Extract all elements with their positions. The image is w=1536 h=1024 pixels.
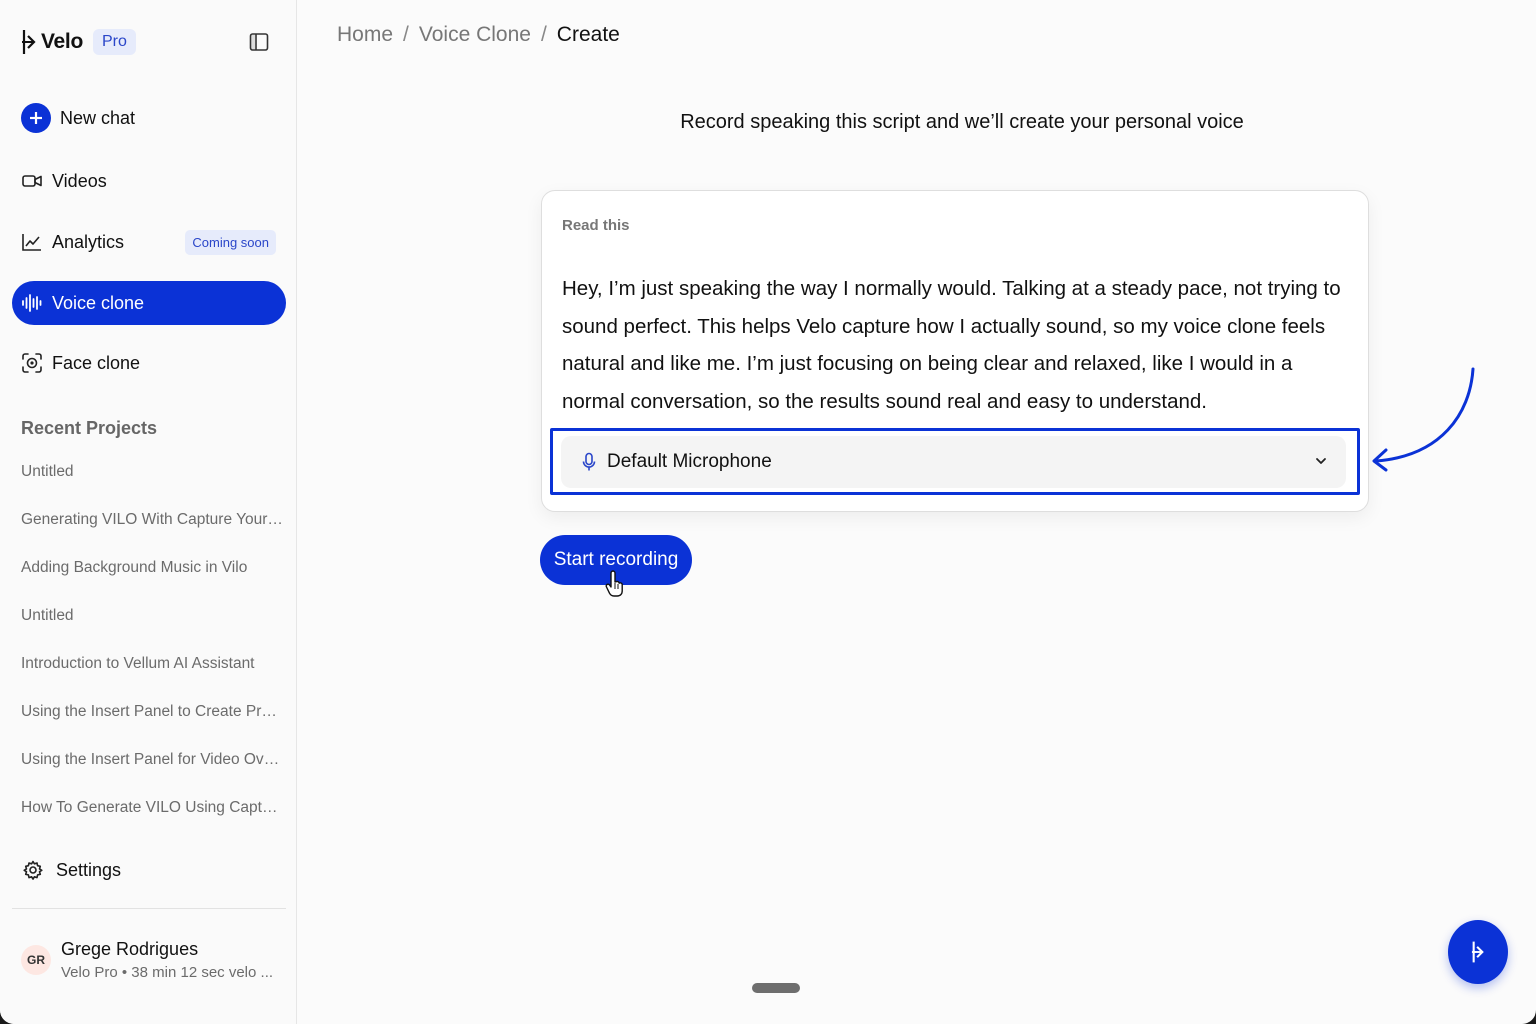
recent-project-item[interactable]: Untitled <box>21 604 283 652</box>
plus-icon <box>21 103 51 133</box>
user-name: Grege Rodrigues <box>61 939 199 959</box>
new-chat-button[interactable]: New chat <box>12 96 286 140</box>
sidebar-item-settings[interactable]: Settings <box>12 848 286 892</box>
user-info: Grege Rodrigues Velo Pro • 38 min 12 sec… <box>61 939 273 981</box>
face-scan-icon <box>21 352 43 374</box>
breadcrumb: Home / Voice Clone / Create <box>337 23 620 47</box>
page-instruction: Record speaking this script and we’ll cr… <box>680 111 1244 133</box>
highlight-box <box>550 428 1360 495</box>
velo-logo-icon <box>1471 941 1484 963</box>
brand-name: Velo <box>41 30 83 53</box>
sidebar-item-label: Face clone <box>52 352 141 373</box>
recent-projects-heading: Recent Projects <box>21 418 158 438</box>
user-plan: Velo Pro • 38 min 12 sec velo ... <box>61 964 274 981</box>
script-card-label: Read this <box>562 217 630 234</box>
breadcrumb-home[interactable]: Home <box>337 23 393 47</box>
sidebar-item-label: Analytics <box>52 231 125 252</box>
recent-project-item[interactable]: Adding Background Music in Vilo <box>21 556 283 604</box>
recent-project-item[interactable]: Introduction to Vellum AI Assistant <box>21 652 283 700</box>
sidebar-item-label: Videos <box>52 170 107 191</box>
recent-projects-list: Untitled Generating VILO With Capture Yo… <box>21 460 283 844</box>
recent-project-item[interactable]: Generating VILO With Capture Your ... <box>21 508 283 556</box>
assistant-fab-button[interactable] <box>1448 920 1508 984</box>
recent-project-item[interactable]: Using the Insert Panel for Video Ove... <box>21 748 283 796</box>
recent-project-item[interactable]: How To Generate VILO Using Captur... <box>21 796 283 844</box>
breadcrumb-voice-clone[interactable]: Voice Clone <box>419 23 531 47</box>
user-profile[interactable]: GR Grege Rodrigues Velo Pro • 38 min 12 … <box>21 934 283 986</box>
recent-project-item[interactable]: Using the Insert Panel to Create Prof... <box>21 700 283 748</box>
sidebar: Velo Pro New chat Videos Analytics Comin… <box>0 0 297 1024</box>
sidebar-item-voice-clone[interactable]: Voice clone <box>12 281 286 325</box>
sidebar-item-label: Settings <box>56 859 122 880</box>
avatar: GR <box>21 945 51 975</box>
hand-cursor-icon <box>605 570 623 597</box>
sidebar-divider <box>12 908 286 909</box>
video-icon <box>21 170 43 192</box>
breadcrumb-current: Create <box>556 23 620 46</box>
voice-script-text: Hey, I’m just speaking the way I normall… <box>562 277 1341 413</box>
app-window: Velo Pro New chat Videos Analytics Comin… <box>0 0 1536 1024</box>
waveform-icon <box>21 292 43 314</box>
velo-logo-icon <box>22 30 36 54</box>
plan-badge: Pro <box>93 29 136 55</box>
sidebar-item-label: Voice clone <box>52 292 145 313</box>
chart-line-icon <box>21 231 43 253</box>
gear-icon <box>22 859 44 881</box>
annotation-arrow-icon <box>1372 367 1475 472</box>
breadcrumb-separator: / <box>403 23 409 46</box>
sidebar-item-videos[interactable]: Videos <box>12 159 286 203</box>
coming-soon-badge: Coming soon <box>185 229 276 255</box>
breadcrumb-separator: / <box>540 23 547 46</box>
brand[interactable]: Velo Pro <box>20 26 136 58</box>
new-chat-label: New chat <box>60 107 136 128</box>
drag-handle[interactable] <box>752 983 800 993</box>
sidebar-item-analytics[interactable]: Analytics Coming soon <box>12 220 286 264</box>
sidebar-toggle-icon[interactable] <box>248 31 270 53</box>
recent-project-item[interactable]: Untitled <box>21 460 283 508</box>
sidebar-item-face-clone[interactable]: Face clone <box>12 341 286 385</box>
